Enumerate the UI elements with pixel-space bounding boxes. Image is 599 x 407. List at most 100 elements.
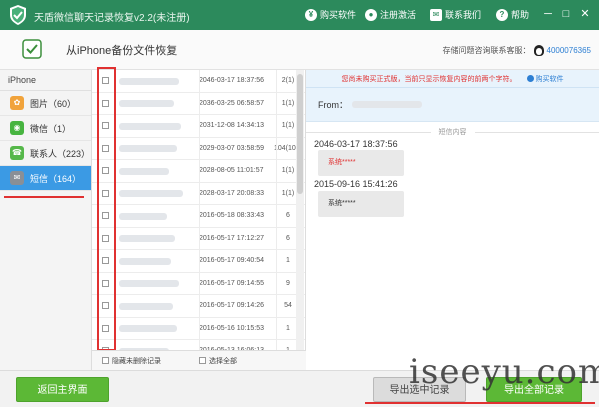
highlight-underline xyxy=(4,196,84,198)
notice-buy-link[interactable]: 购买软件 xyxy=(526,74,564,84)
section-divider: 短信内容 xyxy=(306,126,599,138)
contact-name-redacted xyxy=(119,234,199,243)
contact-name-redacted xyxy=(119,77,199,85)
list-footer: 隐藏未删除记录 选择全部 xyxy=(92,350,306,370)
contact-name-redacted xyxy=(119,144,199,153)
message-detail-panel: 您尚未购买正式版，当前只显示恢复内容的前两个字符。 购买软件 From： 短信内… xyxy=(306,70,599,370)
select-all-label: 选择全部 xyxy=(209,357,237,365)
redacted-text xyxy=(119,302,173,310)
sidebar-item-contacts[interactable]: ☎ 联系人（223） xyxy=(0,141,91,166)
photos-icon: ✿ xyxy=(10,96,24,110)
register-link[interactable]: ● 注册激活 xyxy=(365,8,416,21)
redacted-text xyxy=(119,257,171,265)
row-date: 2028-08-05 11:01:57 xyxy=(199,167,264,175)
message-date: 2046-03-17 18:37:56 xyxy=(314,139,398,149)
divider-line xyxy=(306,131,431,133)
redacted-text xyxy=(119,190,183,198)
watermark: iseeyu.com xyxy=(409,352,599,392)
sms-icon: ✉ xyxy=(10,171,24,185)
page-title: 从iPhone备份文件恢复 xyxy=(66,45,178,57)
sidebar-item-label: 联系人（223） xyxy=(30,148,91,159)
contact-name-redacted xyxy=(119,212,199,220)
wechat-icon: ◉ xyxy=(10,121,24,135)
recover-backup-icon[interactable] xyxy=(20,37,44,61)
row-date: 2016-05-17 09:40:54 xyxy=(199,257,264,265)
key-icon: ● xyxy=(365,8,377,21)
export-highlight-underline xyxy=(365,402,595,404)
row-date: 2036-03-25 06:58:57 xyxy=(199,99,264,107)
support-label: 存储问题咨询联系客服： xyxy=(442,46,531,55)
redacted-text xyxy=(119,122,181,130)
cart-icon: ¥ xyxy=(305,8,317,21)
from-header: From： xyxy=(306,88,599,122)
qq-penguin-icon xyxy=(533,45,544,56)
row-date: 2028-03-17 20:08:33 xyxy=(199,189,264,197)
redacted-text xyxy=(119,77,179,85)
conversation-list: 2046-03-17 18:37:56 2(1) 2036-03-25 06:58:… xyxy=(92,70,306,350)
sender-redacted xyxy=(352,101,422,108)
device-label: iPhone xyxy=(0,70,91,91)
help-icon: ? xyxy=(496,8,508,21)
list-scrollbar[interactable] xyxy=(296,70,304,350)
hide-deleted-label: 隐藏未删除记录 xyxy=(112,357,161,365)
contact-name-redacted xyxy=(119,324,199,333)
column-divider xyxy=(199,70,200,350)
message-date: 2015-09-16 15:41:26 xyxy=(314,179,398,189)
redacted-text xyxy=(119,235,175,243)
app-title: 天盾微信聊天记录恢复v2.2(未注册) xyxy=(34,13,190,24)
row-date: 2029-03-07 03:58:59 xyxy=(199,144,264,152)
from-label: From： xyxy=(318,99,348,110)
sidebar-item-photos[interactable]: ✿ 图片（60） xyxy=(0,91,91,116)
sidebar: iPhone ✿ 图片（60） ◉ 微信（1） ☎ 联系人（223） ✉ 短信（… xyxy=(0,70,92,370)
sidebar-item-label: 短信（164） xyxy=(30,173,82,184)
redacted-text xyxy=(119,212,167,220)
section-label: 短信内容 xyxy=(438,129,467,136)
trial-notice-text: 您尚未购买正式版，当前只显示恢复内容的前两个字符。 xyxy=(341,75,517,83)
redacted-text xyxy=(119,100,174,108)
row-date: 2016-05-18 08:33:43 xyxy=(199,212,264,220)
title-bar: 天盾微信聊天记录恢复v2.2(未注册) ¥ 购买软件 ● 注册激活 ✉ 联系我们… xyxy=(0,0,599,30)
scrollbar-thumb[interactable] xyxy=(297,74,303,194)
redacted-text xyxy=(119,145,177,153)
row-date: 2016-05-17 17:12:27 xyxy=(199,234,264,242)
row-date: 2016-05-17 09:14:26 xyxy=(199,302,264,310)
qq-number-link[interactable]: 4000076365 xyxy=(547,46,592,55)
maximize-button[interactable]: □ xyxy=(558,6,574,22)
contact-name-redacted xyxy=(119,189,199,198)
contact-name-redacted xyxy=(119,302,199,310)
minimize-button[interactable]: ─ xyxy=(540,6,556,22)
back-to-main-button[interactable]: 返回主界面 xyxy=(16,377,109,402)
sidebar-item-sms[interactable]: ✉ 短信（164） xyxy=(0,166,91,191)
contact-name-redacted xyxy=(119,257,199,265)
buy-software-link[interactable]: ¥ 购买软件 xyxy=(305,8,356,21)
contact-name-redacted xyxy=(119,122,199,130)
close-button[interactable]: ✕ xyxy=(577,6,593,22)
divider-line xyxy=(474,131,599,133)
message-bubble: 系统***** xyxy=(318,150,404,176)
contact-name-redacted xyxy=(119,279,199,288)
contact-name-redacted xyxy=(119,167,199,175)
buy-software-label: 购买软件 xyxy=(320,10,357,20)
row-date: 2016-05-16 10:15:53 xyxy=(199,324,264,332)
sub-header: 从iPhone备份文件恢复 存储问题咨询联系客服： 4000076365 xyxy=(0,30,599,70)
help-label: 帮助 xyxy=(511,10,530,20)
mail-icon: ✉ xyxy=(430,8,442,21)
sidebar-item-label: 图片（60） xyxy=(30,98,77,109)
select-all-checkbox[interactable] xyxy=(199,357,206,364)
hide-deleted-checkbox[interactable] xyxy=(102,357,109,364)
redacted-text xyxy=(119,167,169,175)
shield-logo-icon xyxy=(10,5,26,25)
contact-us-link[interactable]: ✉ 联系我们 xyxy=(430,8,481,21)
redacted-text xyxy=(119,325,177,333)
contact-name-redacted xyxy=(119,99,199,108)
row-date: 2031-12-08 14:34:13 xyxy=(199,122,264,130)
checkbox-highlight-box xyxy=(97,67,116,351)
sidebar-item-wechat[interactable]: ◉ 微信（1） xyxy=(0,116,91,141)
support-contact: 存储问题咨询联系客服： 4000076365 xyxy=(442,45,592,56)
row-date: 2046-03-17 18:37:56 xyxy=(199,77,264,85)
row-date: 2016-05-17 09:14:55 xyxy=(199,279,264,287)
help-link[interactable]: ? 帮助 xyxy=(496,8,529,21)
redacted-text xyxy=(119,280,179,288)
register-label: 注册激活 xyxy=(380,10,417,20)
trial-notice: 您尚未购买正式版，当前只显示恢复内容的前两个字符。 购买软件 xyxy=(306,70,599,88)
